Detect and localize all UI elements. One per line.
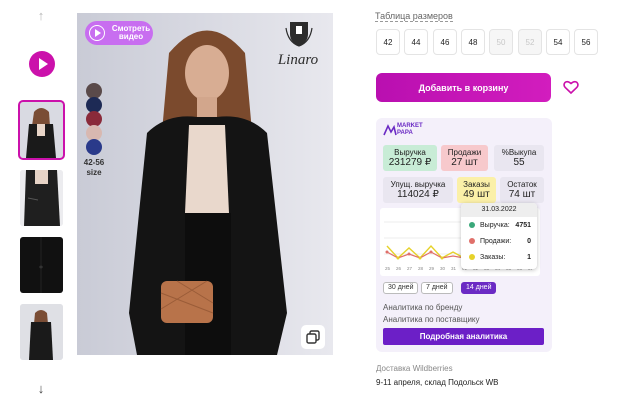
size-table-link[interactable]: Таблица размеров (375, 11, 453, 22)
tooltip-value: 1 (527, 253, 531, 261)
period-14-days[interactable]: 14 дней (461, 282, 497, 294)
tooltip-date: 31.03.2022 (461, 203, 537, 217)
stat-stock-label: Остаток (507, 180, 537, 189)
stat-lost-revenue: Упущ. выручка 114024 ₽ (383, 177, 453, 203)
size-chip[interactable]: 54 (546, 29, 570, 55)
revenue-dot-icon (469, 222, 475, 228)
stat-orders: Заказы 49 шт (457, 177, 496, 203)
size-word: size (86, 168, 102, 177)
thumbnail-4[interactable] (20, 304, 63, 360)
logo-line1: MARKET (397, 123, 423, 129)
stat-sales-label: Продажи (447, 148, 482, 157)
brand-analytics-link[interactable]: Аналитика по бренду (383, 303, 462, 312)
tooltip-row-orders: Заказы: 1 (461, 249, 537, 265)
stat-buyout-label: %Выкупа (501, 148, 537, 157)
brand-crest-icon (285, 22, 313, 47)
graph-x-tick: 28 (418, 266, 424, 271)
graph-x-tick: 25 (385, 266, 391, 271)
thumbnail-2-image (20, 170, 63, 226)
stat-lost-value: 114024 ₽ (397, 189, 439, 200)
size-range: 42-56 (83, 158, 105, 167)
sales-dot-icon (469, 238, 475, 244)
supplier-analytics-link[interactable]: Аналитика по поставщику (383, 315, 480, 324)
size-range-tag: 42-56 size (80, 158, 108, 178)
tooltip-row-sales: Продажи: 0 (461, 233, 537, 249)
thumbnail-2[interactable] (20, 170, 63, 226)
stat-stock: Остаток 74 шт (500, 177, 544, 203)
stat-revenue: Выручка 231279 ₽ (383, 145, 437, 171)
stat-sales-value: 27 шт (451, 157, 478, 168)
delivery-title: Доставка Wildberries (376, 364, 453, 373)
graph-x-tick: 30 (440, 266, 446, 271)
watch-video-label: Смотреть видео (111, 24, 151, 41)
add-to-cart-button[interactable]: Добавить в корзину (376, 73, 551, 102)
stat-stock-value: 74 шт (508, 189, 536, 200)
period-7-days[interactable]: 7 дней (421, 282, 453, 294)
size-chip[interactable]: 48 (461, 29, 485, 55)
marketpapa-logo-icon (383, 124, 397, 136)
brand-logo: Linaro (277, 52, 319, 68)
stat-buyout: %Выкупа 55 (494, 145, 544, 171)
marketpapa-logo: MARKET PAPA (397, 123, 423, 137)
graph-x-tick: 31 (451, 266, 457, 271)
thumbnail-1[interactable] (18, 100, 65, 160)
thumbnail-3-image (20, 237, 63, 293)
tooltip-value: 0 (527, 237, 531, 245)
video-play-button[interactable] (29, 51, 55, 77)
graph-x-tick: 26 (396, 266, 402, 271)
copy-icon (306, 330, 320, 344)
thumbnail-3[interactable] (20, 237, 63, 293)
graph-x-tick: 29 (429, 266, 435, 271)
period-30-days[interactable]: 30 дней (383, 282, 419, 294)
heart-icon[interactable] (563, 79, 579, 95)
fullscreen-button[interactable] (301, 325, 325, 349)
thumbnail-4-image (20, 304, 63, 360)
tooltip-value: 4751 (515, 221, 531, 229)
thumbnail-1-image (20, 102, 63, 158)
stat-buyout-value: 55 (513, 157, 525, 168)
delivery-text: 9-11 апреля, склад Подольск WB (376, 378, 499, 387)
stat-orders-value: 49 шт (463, 189, 490, 200)
graph-tooltip: 31.03.2022 Выручка: 4751 Продажи: 0 Зака… (461, 203, 537, 269)
stat-lost-label: Упущ. выручка (390, 180, 446, 189)
tooltip-row-revenue: Выручка: 4751 (461, 217, 537, 233)
stat-sales: Продажи 27 шт (441, 145, 488, 171)
scroll-up-icon[interactable]: ↑ (33, 8, 49, 24)
size-chip: 52 (518, 29, 542, 55)
play-icon (89, 25, 105, 41)
stat-orders-label: Заказы (463, 180, 490, 189)
size-chip[interactable]: 56 (574, 29, 598, 55)
tooltip-label: Заказы: (480, 253, 506, 261)
stat-revenue-value: 231279 ₽ (388, 157, 432, 168)
size-chip[interactable]: 42 (376, 29, 400, 55)
tooltip-label: Продажи: (480, 237, 512, 245)
logo-line2: PAPA (397, 130, 413, 136)
orders-dot-icon (469, 254, 475, 260)
tooltip-label: Выручка: (480, 221, 510, 229)
size-chip[interactable]: 46 (433, 29, 457, 55)
scroll-down-icon[interactable]: ↓ (33, 381, 49, 397)
size-chip[interactable]: 44 (404, 29, 428, 55)
graph-x-tick: 27 (407, 266, 413, 271)
stat-revenue-label: Выручка (394, 148, 426, 157)
detailed-analytics-button[interactable]: Подробная аналитика (383, 328, 544, 345)
size-chip: 50 (489, 29, 513, 55)
watch-video-button[interactable]: Смотреть видео (85, 21, 153, 45)
